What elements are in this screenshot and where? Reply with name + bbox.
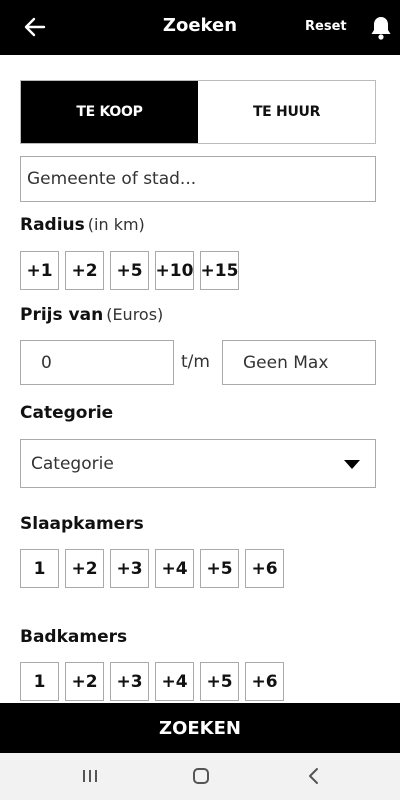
category-select[interactable]: Categorie bbox=[20, 439, 376, 488]
listing-type-toggle: TE KOOP TE HUUR bbox=[20, 80, 376, 144]
bedrooms-label: Slaapkamers bbox=[20, 514, 144, 534]
bathrooms-option-5[interactable]: +5 bbox=[200, 662, 239, 701]
category-label: Categorie bbox=[20, 403, 114, 423]
bathrooms-option-4[interactable]: +4 bbox=[155, 662, 194, 701]
radius-label-text: Radius bbox=[20, 215, 85, 235]
system-navigation-bar bbox=[0, 753, 400, 800]
top-app-bar: Zoeken Reset bbox=[0, 0, 400, 55]
location-search-input[interactable]: Gemeente of stad... bbox=[20, 156, 376, 202]
bathrooms-options: 1 +2 +3 +4 +5 +6 bbox=[20, 662, 284, 701]
search-button[interactable]: ZOEKEN bbox=[0, 703, 400, 753]
price-max-input[interactable]: Geen Max bbox=[222, 340, 376, 385]
tab-te-huur[interactable]: TE HUUR bbox=[198, 81, 375, 143]
bathrooms-label: Badkamers bbox=[20, 627, 128, 647]
bedrooms-option-3[interactable]: +3 bbox=[110, 549, 149, 588]
price-label: Prijs van (Euros) bbox=[20, 305, 163, 325]
price-label-text: Prijs van bbox=[20, 305, 104, 325]
bedrooms-option-5[interactable]: +5 bbox=[200, 549, 239, 588]
category-selected-value: Categorie bbox=[31, 453, 114, 474]
bathrooms-option-3[interactable]: +3 bbox=[110, 662, 149, 701]
recent-apps-icon[interactable] bbox=[82, 769, 98, 783]
bell-icon[interactable] bbox=[369, 15, 393, 41]
radius-label: Radius (in km) bbox=[20, 215, 145, 235]
price-unit: (Euros) bbox=[106, 305, 164, 324]
bedrooms-options: 1 +2 +3 +4 +5 +6 bbox=[20, 549, 284, 588]
radius-unit: (in km) bbox=[87, 215, 145, 234]
tab-te-koop[interactable]: TE KOOP bbox=[21, 81, 198, 143]
bathrooms-option-2[interactable]: +2 bbox=[65, 662, 104, 701]
radius-option-2[interactable]: +2 bbox=[65, 251, 104, 290]
price-min-input[interactable]: 0 bbox=[20, 340, 174, 385]
bedrooms-option-4[interactable]: +4 bbox=[155, 549, 194, 588]
back-chevron-icon[interactable] bbox=[306, 767, 320, 785]
radius-option-10[interactable]: +10 bbox=[155, 251, 194, 290]
bathrooms-option-1[interactable]: 1 bbox=[20, 662, 59, 701]
reset-button[interactable]: Reset bbox=[305, 19, 347, 34]
bedrooms-option-1[interactable]: 1 bbox=[20, 549, 59, 588]
bathrooms-option-6[interactable]: +6 bbox=[245, 662, 284, 701]
radius-option-15[interactable]: +15 bbox=[200, 251, 239, 290]
radius-option-5[interactable]: +5 bbox=[110, 251, 149, 290]
chevron-down-icon bbox=[344, 460, 360, 469]
price-separator: t/m bbox=[181, 352, 210, 372]
bedrooms-option-6[interactable]: +6 bbox=[245, 549, 284, 588]
radius-option-1[interactable]: +1 bbox=[20, 251, 59, 290]
radius-options: +1 +2 +5 +10 +15 bbox=[20, 251, 239, 290]
home-icon[interactable] bbox=[193, 768, 209, 784]
bedrooms-option-2[interactable]: +2 bbox=[65, 549, 104, 588]
